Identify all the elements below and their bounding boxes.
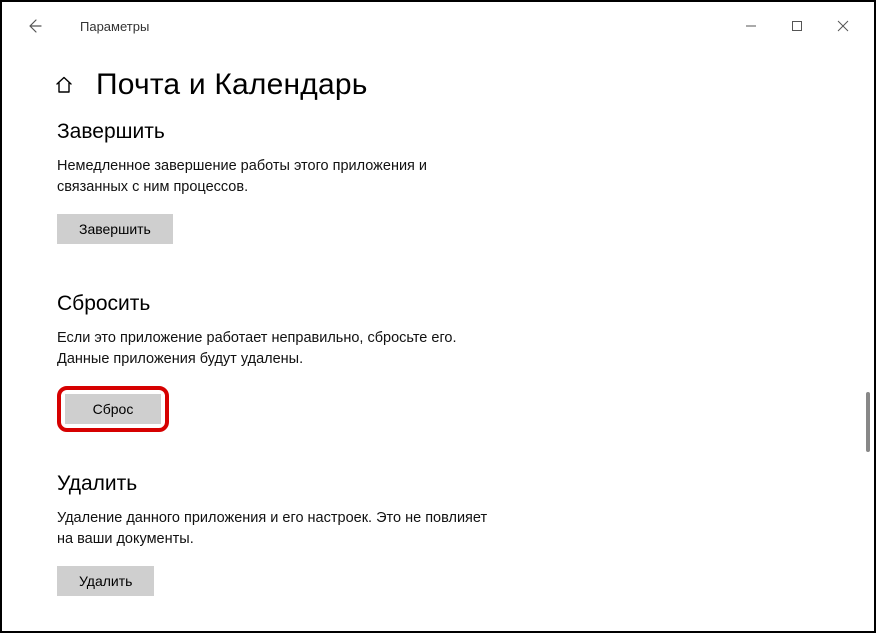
maximize-icon: [791, 20, 803, 32]
window-controls: [728, 10, 866, 42]
section-reset: Сбросить Если это приложение работает не…: [57, 292, 834, 432]
content-area: Завершить Немедленное завершение работы …: [2, 120, 874, 596]
uninstall-button[interactable]: Удалить: [57, 566, 154, 596]
home-button[interactable]: [52, 73, 76, 97]
section-terminate: Завершить Немедленное завершение работы …: [57, 120, 834, 244]
page-title: Почта и Календарь: [96, 68, 368, 102]
terminate-button[interactable]: Завершить: [57, 214, 173, 244]
terminate-desc: Немедленное завершение работы этого прил…: [57, 156, 497, 198]
minimize-icon: [745, 20, 757, 32]
back-arrow-icon: [26, 18, 42, 34]
titlebar: Параметры: [2, 2, 874, 50]
close-button[interactable]: [820, 10, 866, 42]
close-icon: [837, 20, 849, 32]
maximize-button[interactable]: [774, 10, 820, 42]
uninstall-desc: Удаление данного приложения и его настро…: [57, 508, 497, 550]
scrollbar-thumb[interactable]: [866, 392, 870, 452]
header-row: Почта и Календарь: [2, 50, 874, 114]
terminate-heading: Завершить: [57, 120, 834, 144]
reset-heading: Сбросить: [57, 292, 834, 316]
reset-button[interactable]: Сброс: [65, 394, 161, 424]
minimize-button[interactable]: [728, 10, 774, 42]
window-title: Параметры: [80, 19, 149, 34]
uninstall-heading: Удалить: [57, 472, 834, 496]
section-uninstall: Удалить Удаление данного приложения и ег…: [57, 472, 834, 596]
reset-desc: Если это приложение работает неправильно…: [57, 328, 497, 370]
home-icon: [54, 75, 74, 95]
back-button[interactable]: [16, 8, 52, 44]
reset-highlight-frame: Сброс: [57, 386, 169, 432]
